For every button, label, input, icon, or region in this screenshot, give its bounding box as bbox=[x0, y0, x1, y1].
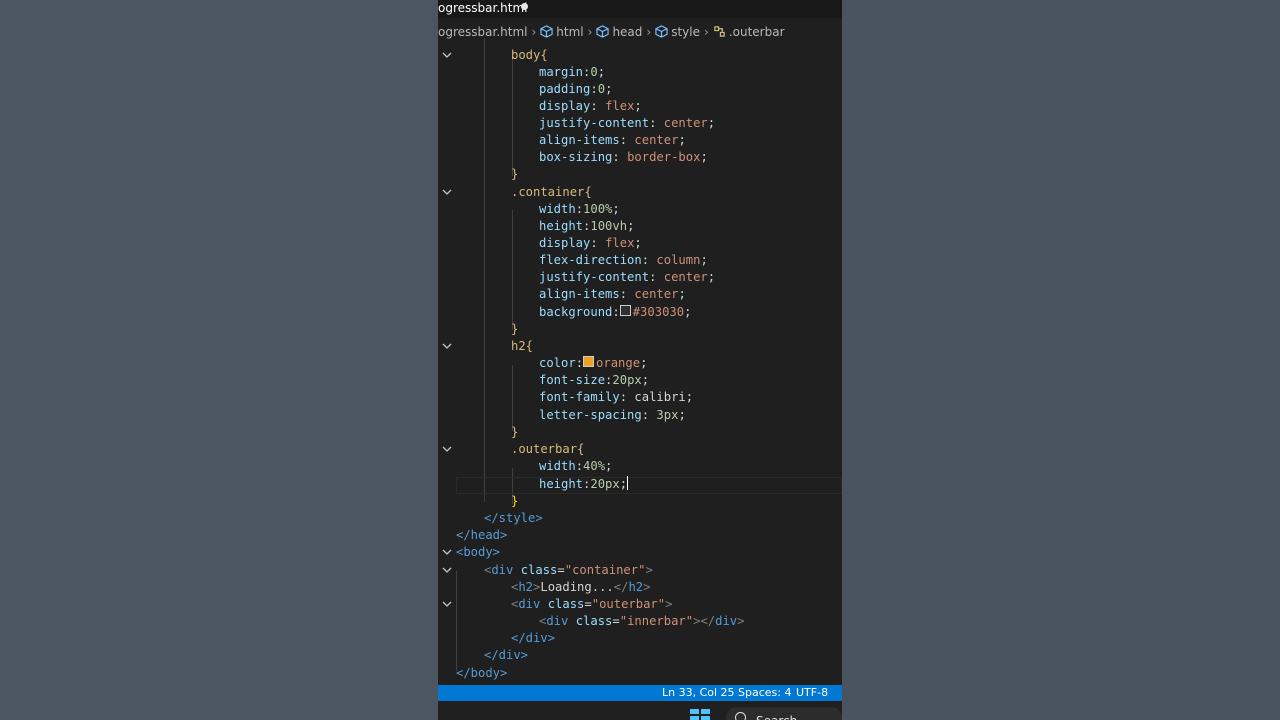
background-right bbox=[842, 0, 1280, 720]
code-line[interactable]: display: flex; bbox=[539, 98, 642, 115]
code-line[interactable]: letter-spacing: 3px; bbox=[539, 407, 686, 424]
code-line[interactable]: } bbox=[511, 493, 518, 510]
background-left bbox=[0, 0, 438, 720]
code-line[interactable]: h2{ bbox=[511, 338, 533, 355]
code-line[interactable]: <body> bbox=[456, 544, 500, 561]
code-line[interactable]: background: #303030; bbox=[539, 304, 691, 321]
code-line[interactable]: box-sizing: border-box; bbox=[539, 149, 708, 166]
code-line[interactable]: </div> bbox=[484, 647, 528, 664]
code-line[interactable]: <div class="innerbar"></div> bbox=[539, 613, 744, 630]
search-label: Search bbox=[756, 711, 797, 720]
code-line[interactable]: color: orange; bbox=[539, 355, 647, 372]
code-editor[interactable]: body{ margin:0; padding:0; display: flex… bbox=[438, 38, 842, 686]
code-line[interactable]: justify-content: center; bbox=[539, 115, 715, 132]
text-cursor bbox=[627, 476, 629, 490]
encoding-setting[interactable]: UTF-8 bbox=[796, 685, 828, 701]
cursor-position[interactable]: Ln 33, Col 25 bbox=[662, 685, 735, 701]
windows-start-icon[interactable] bbox=[690, 709, 710, 720]
code-line[interactable]: display: flex; bbox=[539, 235, 642, 252]
code-line[interactable]: font-size:20px; bbox=[539, 372, 649, 389]
code-line[interactable]: margin:0; bbox=[539, 64, 605, 81]
indent-guide bbox=[512, 210, 513, 330]
indent-guide bbox=[512, 56, 513, 176]
code-line[interactable]: </style> bbox=[484, 510, 543, 527]
code-line[interactable]: } bbox=[511, 424, 518, 441]
search-icon bbox=[735, 712, 746, 720]
code-line[interactable]: height:100vh; bbox=[539, 218, 634, 235]
code-line[interactable]: </div> bbox=[511, 630, 555, 647]
css-selector-icon bbox=[714, 26, 725, 37]
code-line[interactable]: .outerbar{ bbox=[511, 441, 584, 458]
fold-chevron-down-icon[interactable] bbox=[442, 47, 452, 64]
code-line[interactable]: align-items: center; bbox=[539, 286, 686, 303]
fold-chevron-down-icon[interactable] bbox=[442, 338, 452, 355]
indentation-setting[interactable]: Spaces: 4 bbox=[738, 685, 791, 701]
code-line[interactable]: body{ bbox=[511, 47, 548, 64]
fold-chevron-down-icon[interactable] bbox=[442, 596, 452, 613]
taskbar: Search bbox=[438, 701, 842, 720]
code-line[interactable]: height:20px; bbox=[539, 476, 629, 493]
code-line[interactable]: <div class="outerbar"> bbox=[511, 596, 672, 613]
code-line[interactable]: justify-content: center; bbox=[539, 269, 715, 286]
code-line[interactable]: width:40%; bbox=[539, 458, 612, 475]
color-swatch-icon[interactable] bbox=[583, 356, 595, 367]
code-line[interactable]: padding:0; bbox=[539, 81, 612, 98]
code-line[interactable]: </body> bbox=[456, 665, 507, 682]
indent-guide bbox=[484, 38, 485, 502]
color-swatch-icon[interactable] bbox=[619, 305, 631, 316]
status-bar: Ln 33, Col 25 Spaces: 4 UTF-8 bbox=[438, 685, 842, 701]
code-line[interactable]: <div class="container"> bbox=[484, 562, 653, 579]
element-cube-icon bbox=[655, 25, 668, 38]
code-line[interactable]: align-items: center; bbox=[539, 132, 686, 149]
tab-filename[interactable]: ogressbar.html bbox=[438, 0, 527, 16]
indent-guide bbox=[456, 571, 457, 671]
code-line[interactable]: </head> bbox=[456, 527, 507, 544]
editor-window: ogressbar.html ogressbar.html › html › head ›… bbox=[438, 0, 842, 720]
element-cube-icon bbox=[540, 25, 553, 38]
tab-bar: ogressbar.html bbox=[438, 0, 842, 18]
unsaved-dot-icon bbox=[521, 3, 528, 10]
taskbar-search[interactable]: Search bbox=[726, 707, 842, 720]
code-line[interactable]: } bbox=[511, 321, 518, 338]
code-line[interactable]: width:100%; bbox=[539, 201, 620, 218]
code-line[interactable]: flex-direction: column; bbox=[539, 252, 708, 269]
fold-chevron-down-icon[interactable] bbox=[442, 184, 452, 201]
code-line[interactable]: font-family: calibri; bbox=[539, 389, 693, 406]
element-cube-icon bbox=[596, 25, 610, 38]
current-line-highlight bbox=[456, 477, 842, 494]
code-line[interactable]: } bbox=[511, 166, 518, 183]
fold-chevron-down-icon[interactable] bbox=[442, 562, 452, 579]
code-line[interactable]: .container{ bbox=[511, 184, 592, 201]
code-line[interactable]: <h2>Loading...</h2> bbox=[511, 579, 650, 596]
fold-chevron-down-icon[interactable] bbox=[442, 441, 452, 458]
indent-guide bbox=[512, 365, 513, 431]
fold-chevron-down-icon[interactable] bbox=[442, 544, 452, 561]
